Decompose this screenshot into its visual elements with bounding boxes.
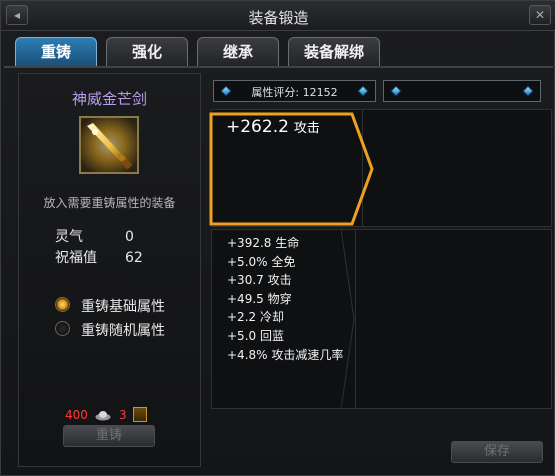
blessing-label: 祝福值	[55, 250, 97, 266]
option-recast-base-label: 重铸基础属性	[81, 299, 165, 315]
golden-sword-icon	[81, 118, 137, 172]
compare-selector[interactable]	[383, 80, 541, 102]
score-selector[interactable]: 属性评分: 12152	[213, 80, 376, 102]
score-text: 属性评分: 12152	[214, 84, 375, 100]
attribute-line: +392.8 生命	[227, 236, 300, 250]
diamond-right-icon	[522, 85, 534, 97]
score-value: 12152	[302, 86, 338, 99]
silver-ingot-icon	[95, 411, 111, 421]
diamond-left-icon	[390, 85, 402, 97]
radio-unselected-icon[interactable]	[55, 321, 70, 336]
main-attribute-label: 攻击	[293, 121, 320, 136]
forge-window: ◂ 装备锻造 ✕ 重铸 强化 继承 装备解绑 神威金芒剑 放入需要重铸属性的装备…	[0, 0, 555, 476]
main-attribute-value: +262.2	[226, 117, 289, 137]
attribute-line: +5.0% 全免	[227, 254, 296, 269]
attribute-line: +5.0 回蓝	[227, 328, 284, 343]
attribute-line: +49.5 物穿	[227, 291, 292, 306]
forge-stone-icon	[133, 407, 147, 422]
title-bar: ◂ 装备锻造 ✕	[1, 1, 555, 31]
main-attribute: +262.2 攻击	[226, 117, 320, 137]
item-name: 神威金芒剑	[71, 90, 147, 108]
equipment-panel: 神威金芒剑 放入需要重铸属性的装备 灵气 0 祝福值 62 重铸基础属性 重铸随…	[18, 73, 201, 467]
equipment-slot[interactable]	[79, 116, 139, 174]
slot-hint: 放入需要重铸属性的装备	[43, 196, 176, 210]
option-recast-random-label: 重铸随机属性	[81, 323, 165, 339]
panel-arrow-divider	[341, 229, 355, 409]
tab-enhance[interactable]: 强化	[106, 37, 188, 67]
close-button[interactable]: ✕	[529, 5, 551, 25]
spirit-label: 灵气	[55, 229, 83, 245]
attribute-line: +4.8% 攻击减速几率	[227, 347, 344, 362]
gem-cost: 3	[119, 408, 127, 422]
spirit-value: 0	[125, 229, 134, 245]
attribute-line: +2.2 冷却	[227, 310, 284, 325]
spirit-stat: 灵气 0	[55, 226, 134, 246]
attribute-line: +30.7 攻击	[227, 273, 292, 288]
tab-unbind[interactable]: 装备解绑	[288, 37, 380, 67]
save-button[interactable]: 保存	[451, 441, 543, 463]
radio-selected-icon[interactable]	[55, 297, 70, 312]
blessing-stat: 祝福值 62	[55, 247, 143, 267]
tab-divider	[4, 66, 553, 68]
tab-recast[interactable]: 重铸	[15, 37, 97, 67]
score-label: 属性评分:	[251, 86, 300, 99]
recast-button[interactable]: 重铸	[63, 425, 155, 447]
attribute-list: +392.8 生命 +5.0% 全免 +30.7 攻击 +49.5 物穿 +2.…	[227, 234, 343, 364]
silver-cost: 400	[65, 408, 88, 422]
window-title: 装备锻造	[248, 9, 309, 27]
blessing-value: 62	[125, 250, 143, 266]
tab-inherit[interactable]: 继承	[197, 37, 279, 67]
